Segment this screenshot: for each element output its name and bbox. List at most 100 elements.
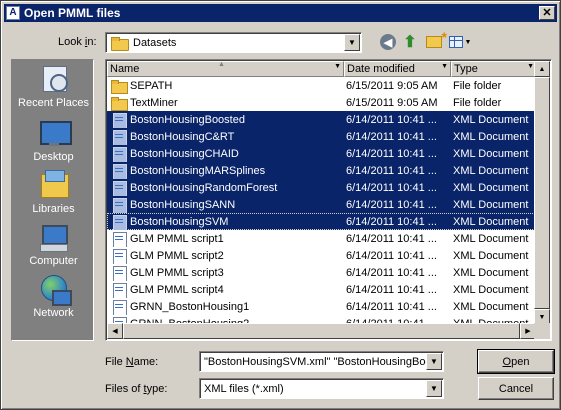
place-label: Network xyxy=(33,307,74,319)
file-row[interactable]: GLM PMML script1 6/14/2011 10:41 ... XML D… xyxy=(107,230,537,247)
place-label: Libraries xyxy=(32,203,75,215)
file-row[interactable]: BostonHousingC&RT 6/14/2011 10:41 ... XML … xyxy=(107,128,537,145)
vertical-scrollbar[interactable]: ▲ ▼ xyxy=(534,61,550,325)
date-modified-cell: 6/14/2011 10:41 ... xyxy=(346,215,437,228)
views-menu-icon[interactable]: ▼ xyxy=(447,32,473,52)
look-in-value: Datasets xyxy=(133,36,177,49)
file-name-cell: BostonHousingBoosted xyxy=(107,112,344,128)
chevron-down-icon[interactable]: ▼ xyxy=(426,380,442,397)
look-in-dropdown[interactable]: Datasets ▼ xyxy=(105,32,362,53)
file-list[interactable]: Name ▲ ▼ Date modified ▼ Type ▼ SEPATH 6/… xyxy=(105,59,552,341)
type-cell: XML Document xyxy=(453,164,529,177)
file-row[interactable]: GLM PMML script3 6/14/2011 10:41 ... XML D… xyxy=(107,264,537,281)
type-cell: XML Document xyxy=(453,232,529,245)
date-modified-cell: 6/15/2011 9:05 AM xyxy=(346,79,438,92)
date-modified-cell: 6/14/2011 10:41 ... xyxy=(346,300,437,313)
chevron-down-icon[interactable]: ▼ xyxy=(344,34,360,51)
file-row[interactable]: BostonHousingSANN 6/14/2011 10:41 ... XML … xyxy=(107,196,537,213)
type-cell: XML Document xyxy=(453,300,529,313)
file-row[interactable]: BostonHousingBoosted 6/14/2011 10:41 ... X… xyxy=(107,111,537,128)
file-name-cell: GLM PMML script2 xyxy=(107,248,344,264)
computer-icon xyxy=(38,222,70,252)
xml-file-icon xyxy=(111,248,127,264)
type-cell: XML Document xyxy=(453,198,529,211)
place-network[interactable]: Network xyxy=(12,274,95,326)
file-row[interactable]: BostonHousingRandomForest 6/14/2011 10:41… xyxy=(107,179,537,196)
title-bar[interactable]: A Open PMML files ✕ xyxy=(4,4,557,22)
horizontal-scrollbar[interactable]: ◀ ▶ xyxy=(107,323,536,339)
scroll-left-icon[interactable]: ◀ xyxy=(107,323,123,339)
scrollbar-corner xyxy=(534,323,550,339)
window-title: Open PMML files xyxy=(24,6,121,20)
date-modified-cell: 6/14/2011 10:41 ... xyxy=(346,147,437,160)
date-modified-cell: 6/14/2011 10:41 ... xyxy=(346,266,437,279)
place-label: Computer xyxy=(29,255,78,267)
open-pmml-dialog: A Open PMML files ✕ Look in: Datasets ▼ … xyxy=(0,0,561,410)
file-name-cell: BostonHousingC&RT xyxy=(107,129,344,145)
up-folder-icon[interactable]: ⬆ xyxy=(400,32,420,52)
type-cell: File folder xyxy=(453,79,502,92)
file-row[interactable]: TextMiner 6/15/2011 9:05 AM File folder xyxy=(107,94,537,111)
date-modified-cell: 6/14/2011 10:41 ... xyxy=(346,198,437,211)
type-cell: XML Document xyxy=(453,147,529,160)
file-name-cell: BostonHousingSVM xyxy=(107,214,344,230)
file-row[interactable]: BostonHousingCHAID 6/14/2011 10:41 ... XML… xyxy=(107,145,537,162)
files-of-type-label: Files of type: xyxy=(105,383,168,395)
xml-file-icon xyxy=(111,129,127,145)
file-name-cell: TextMiner xyxy=(107,95,344,111)
date-modified-cell: 6/14/2011 10:41 ... xyxy=(346,181,437,194)
file-name-cell: BostonHousingMARSplines xyxy=(107,163,344,179)
close-button[interactable]: ✕ xyxy=(539,6,555,20)
xml-file-icon xyxy=(111,231,127,247)
file-row[interactable]: GLM PMML script4 6/14/2011 10:41 ... XML D… xyxy=(107,281,537,298)
file-name-cell: BostonHousingRandomForest xyxy=(107,180,344,196)
open-button[interactable]: Open xyxy=(477,349,555,374)
place-computer[interactable]: Computer xyxy=(12,222,95,274)
file-rows: SEPATH 6/15/2011 9:05 AM File folder TextMi… xyxy=(107,77,537,332)
new-folder-icon[interactable] xyxy=(424,29,447,52)
look-in-label: Look in: xyxy=(58,36,97,48)
file-row[interactable]: GRNN_BostonHousing1 6/14/2011 10:41 ... XM… xyxy=(107,298,537,315)
scroll-up-icon[interactable]: ▲ xyxy=(534,61,550,77)
place-recent-places[interactable]: Recent Places xyxy=(12,64,95,116)
chevron-down-icon[interactable]: ▼ xyxy=(527,63,534,70)
file-row[interactable]: BostonHousingMARSplines 6/14/2011 10:41 .… xyxy=(107,162,537,179)
type-cell: XML Document xyxy=(453,215,529,228)
cancel-button[interactable]: Cancel xyxy=(478,377,554,400)
type-cell: XML Document xyxy=(453,130,529,143)
file-row[interactable]: GLM PMML script2 6/14/2011 10:41 ... XML D… xyxy=(107,247,537,264)
chevron-down-icon[interactable]: ▼ xyxy=(334,63,341,70)
date-modified-cell: 6/15/2011 9:05 AM xyxy=(346,96,438,109)
column-header: Name ▲ ▼ Date modified ▼ Type ▼ xyxy=(107,61,537,77)
chevron-down-icon[interactable]: ▼ xyxy=(441,63,448,70)
sort-ascending-icon: ▲ xyxy=(218,61,225,68)
file-name-cell: BostonHousingSANN xyxy=(107,197,344,213)
file-type-select[interactable]: XML files (*.xml) ▼ xyxy=(199,378,444,399)
xml-file-icon xyxy=(111,180,127,196)
type-cell: XML Document xyxy=(453,283,529,296)
folder-icon xyxy=(111,36,129,51)
place-desktop[interactable]: Desktop xyxy=(12,118,95,170)
file-name-input[interactable]: "BostonHousingSVM.xml" "BostonHousingBoo… xyxy=(199,351,444,372)
file-name-value: "BostonHousingSVM.xml" "BostonHousingBoo xyxy=(204,355,432,368)
file-type-value: XML files (*.xml) xyxy=(204,382,284,395)
desktop-icon xyxy=(38,118,72,148)
date-modified-cell: 6/14/2011 10:41 ... xyxy=(346,283,437,296)
file-row[interactable]: BostonHousingSVM 6/14/2011 10:41 ... XML D… xyxy=(107,213,537,230)
date-modified-cell: 6/14/2011 10:41 ... xyxy=(346,164,437,177)
type-cell: XML Document xyxy=(453,249,529,262)
column-name[interactable]: Name ▲ ▼ xyxy=(107,61,344,77)
date-modified-cell: 6/14/2011 10:41 ... xyxy=(346,130,437,143)
column-type[interactable]: Type ▼ xyxy=(451,61,537,77)
horizontal-scroll-thumb[interactable] xyxy=(123,323,520,339)
chevron-down-icon[interactable]: ▼ xyxy=(426,353,442,370)
vertical-scroll-thumb[interactable] xyxy=(534,77,550,309)
file-row[interactable]: SEPATH 6/15/2011 9:05 AM File folder xyxy=(107,77,537,94)
place-libraries[interactable]: Libraries xyxy=(12,170,95,222)
back-icon[interactable]: ◀ xyxy=(378,32,398,52)
places-bar: Recent Places Desktop Libraries Computer… xyxy=(11,59,94,341)
folder-icon xyxy=(111,78,128,94)
column-date-modified[interactable]: Date modified ▼ xyxy=(344,61,451,77)
xml-file-icon xyxy=(111,146,127,162)
date-modified-cell: 6/14/2011 10:41 ... xyxy=(346,113,437,126)
